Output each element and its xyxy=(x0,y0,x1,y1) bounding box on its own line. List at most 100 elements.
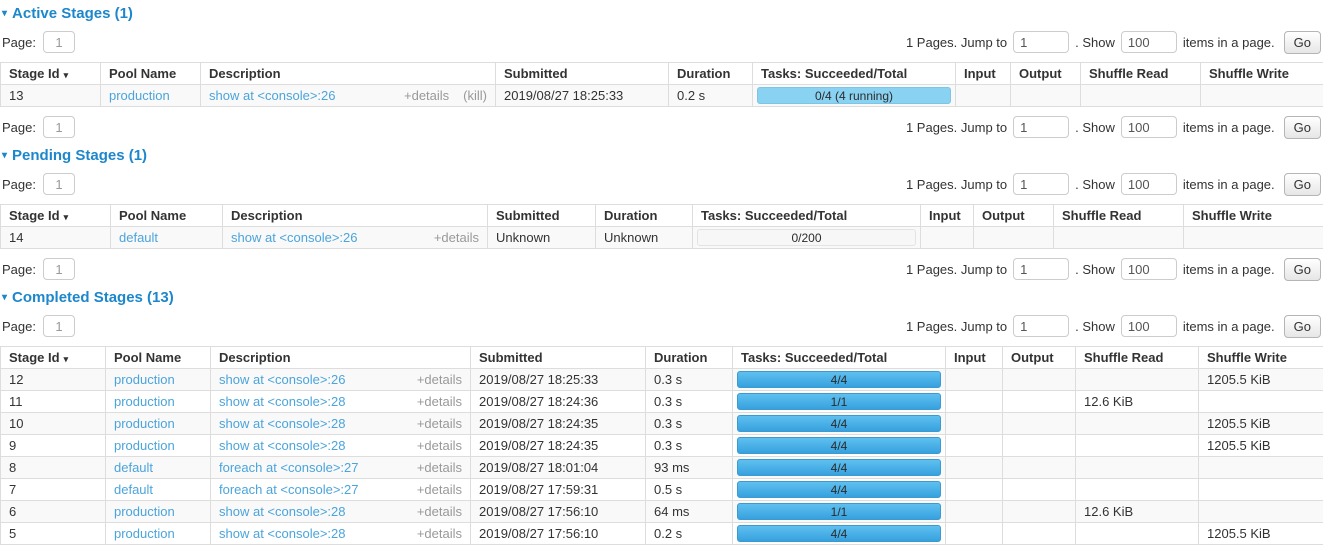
pool-link[interactable]: default xyxy=(114,460,153,475)
section-title-completed-stages[interactable]: ▾ Completed Stages (13) xyxy=(2,289,1321,306)
col-shuffle-read[interactable]: Shuffle Read xyxy=(1076,347,1199,369)
col-duration[interactable]: Duration xyxy=(646,347,733,369)
details-toggle[interactable]: +details xyxy=(417,526,462,541)
details-toggle[interactable]: +details xyxy=(417,416,462,431)
col-stage-id[interactable]: Stage Id▾ xyxy=(1,205,111,227)
pool-link[interactable]: default xyxy=(119,230,158,245)
col-tasks[interactable]: Tasks: Succeeded/Total xyxy=(753,63,956,85)
shuffle-write-cell xyxy=(1201,85,1323,107)
page-input[interactable] xyxy=(43,173,75,195)
jump-to-page-input[interactable] xyxy=(1013,31,1069,53)
pool-link[interactable]: production xyxy=(114,504,175,519)
col-output[interactable]: Output xyxy=(974,205,1054,227)
col-shuffle-read[interactable]: Shuffle Read xyxy=(1081,63,1201,85)
description-link[interactable]: show at <console>:28 xyxy=(219,394,345,409)
go-button[interactable]: Go xyxy=(1284,116,1321,139)
col-submitted[interactable]: Submitted xyxy=(496,63,669,85)
input-cell xyxy=(946,457,1003,479)
kill-link[interactable]: (kill) xyxy=(463,88,487,103)
pool-link[interactable]: production xyxy=(114,372,175,387)
col-submitted[interactable]: Submitted xyxy=(488,205,596,227)
pool-link[interactable]: production xyxy=(109,88,170,103)
col-shuffle-read[interactable]: Shuffle Read xyxy=(1054,205,1184,227)
col-stage-id[interactable]: Stage Id▾ xyxy=(1,63,101,85)
page-input[interactable] xyxy=(43,258,75,280)
jump-to-page-input[interactable] xyxy=(1013,315,1069,337)
description-link[interactable]: show at <console>:26 xyxy=(231,230,357,245)
col-stage-id[interactable]: Stage Id▾ xyxy=(1,347,106,369)
completed-top-controls: Page: 1 Pages. Jump to . Show items in a… xyxy=(2,314,1321,338)
description-link[interactable]: show at <console>:26 xyxy=(209,88,335,103)
col-shuffle-write[interactable]: Shuffle Write xyxy=(1201,63,1323,85)
sort-desc-icon: ▾ xyxy=(64,354,69,364)
details-toggle[interactable]: +details xyxy=(417,482,462,497)
col-input[interactable]: Input xyxy=(956,63,1011,85)
task-progress-label: 4/4 xyxy=(831,439,848,453)
table-row: 12 production show at <console>:26 +deta… xyxy=(1,369,1323,391)
details-toggle[interactable]: +details xyxy=(434,230,479,245)
go-button[interactable]: Go xyxy=(1284,258,1321,281)
submitted-cell: 2019/08/27 18:24:36 xyxy=(471,391,646,413)
items-per-page-input[interactable] xyxy=(1121,116,1177,138)
col-tasks[interactable]: Tasks: Succeeded/Total xyxy=(693,205,921,227)
description-link[interactable]: foreach at <console>:27 xyxy=(219,460,359,475)
jump-to-page-input[interactable] xyxy=(1013,116,1069,138)
go-button[interactable]: Go xyxy=(1284,315,1321,338)
pool-link[interactable]: production xyxy=(114,394,175,409)
col-description[interactable]: Description xyxy=(223,205,488,227)
details-toggle[interactable]: +details xyxy=(417,394,462,409)
submitted-cell: Unknown xyxy=(488,227,596,249)
page-input[interactable] xyxy=(43,116,75,138)
pool-link[interactable]: production xyxy=(114,438,175,453)
details-toggle[interactable]: +details xyxy=(417,460,462,475)
col-output[interactable]: Output xyxy=(1003,347,1076,369)
section-title-pending-stages[interactable]: ▾ Pending Stages (1) xyxy=(2,147,1321,164)
page-box: Page: xyxy=(2,31,75,53)
page-input[interactable] xyxy=(43,31,75,53)
go-button[interactable]: Go xyxy=(1284,31,1321,54)
items-per-page-input[interactable] xyxy=(1121,173,1177,195)
jump-to-page-input[interactable] xyxy=(1013,258,1069,280)
page-input[interactable] xyxy=(43,315,75,337)
go-button[interactable]: Go xyxy=(1284,173,1321,196)
col-duration[interactable]: Duration xyxy=(669,63,753,85)
col-input[interactable]: Input xyxy=(921,205,974,227)
description-link[interactable]: show at <console>:28 xyxy=(219,438,345,453)
description-link[interactable]: show at <console>:28 xyxy=(219,416,345,431)
pool-link[interactable]: production xyxy=(114,526,175,541)
submitted-cell: 2019/08/27 18:24:35 xyxy=(471,413,646,435)
duration-cell: 0.3 s xyxy=(646,413,733,435)
details-toggle[interactable]: +details xyxy=(404,88,449,103)
col-shuffle-write[interactable]: Shuffle Write xyxy=(1199,347,1323,369)
col-input[interactable]: Input xyxy=(946,347,1003,369)
pool-link[interactable]: default xyxy=(114,482,153,497)
col-description[interactable]: Description xyxy=(211,347,471,369)
col-pool-name[interactable]: Pool Name xyxy=(101,63,201,85)
shuffle-read-cell xyxy=(1054,227,1184,249)
jump-to-page-input[interactable] xyxy=(1013,173,1069,195)
output-cell xyxy=(1011,85,1081,107)
items-per-page-input[interactable] xyxy=(1121,31,1177,53)
col-duration[interactable]: Duration xyxy=(596,205,693,227)
section-title-active-stages[interactable]: ▾ Active Stages (1) xyxy=(2,5,1321,22)
col-pool-name[interactable]: Pool Name xyxy=(111,205,223,227)
col-output[interactable]: Output xyxy=(1011,63,1081,85)
col-description[interactable]: Description xyxy=(201,63,496,85)
details-toggle[interactable]: +details xyxy=(417,438,462,453)
items-per-page-input[interactable] xyxy=(1121,258,1177,280)
col-tasks[interactable]: Tasks: Succeeded/Total xyxy=(733,347,946,369)
col-submitted[interactable]: Submitted xyxy=(471,347,646,369)
section-title-text: Completed Stages (13) xyxy=(12,289,174,306)
pages-count-text: 1 Pages. Jump to xyxy=(906,120,1007,135)
description-link[interactable]: foreach at <console>:27 xyxy=(219,482,359,497)
details-toggle[interactable]: +details xyxy=(417,372,462,387)
duration-cell: 0.3 s xyxy=(646,435,733,457)
col-pool-name[interactable]: Pool Name xyxy=(106,347,211,369)
description-link[interactable]: show at <console>:26 xyxy=(219,372,345,387)
details-toggle[interactable]: +details xyxy=(417,504,462,519)
items-per-page-input[interactable] xyxy=(1121,315,1177,337)
description-link[interactable]: show at <console>:28 xyxy=(219,504,345,519)
description-link[interactable]: show at <console>:28 xyxy=(219,526,345,541)
col-shuffle-write[interactable]: Shuffle Write xyxy=(1184,205,1323,227)
pool-link[interactable]: production xyxy=(114,416,175,431)
